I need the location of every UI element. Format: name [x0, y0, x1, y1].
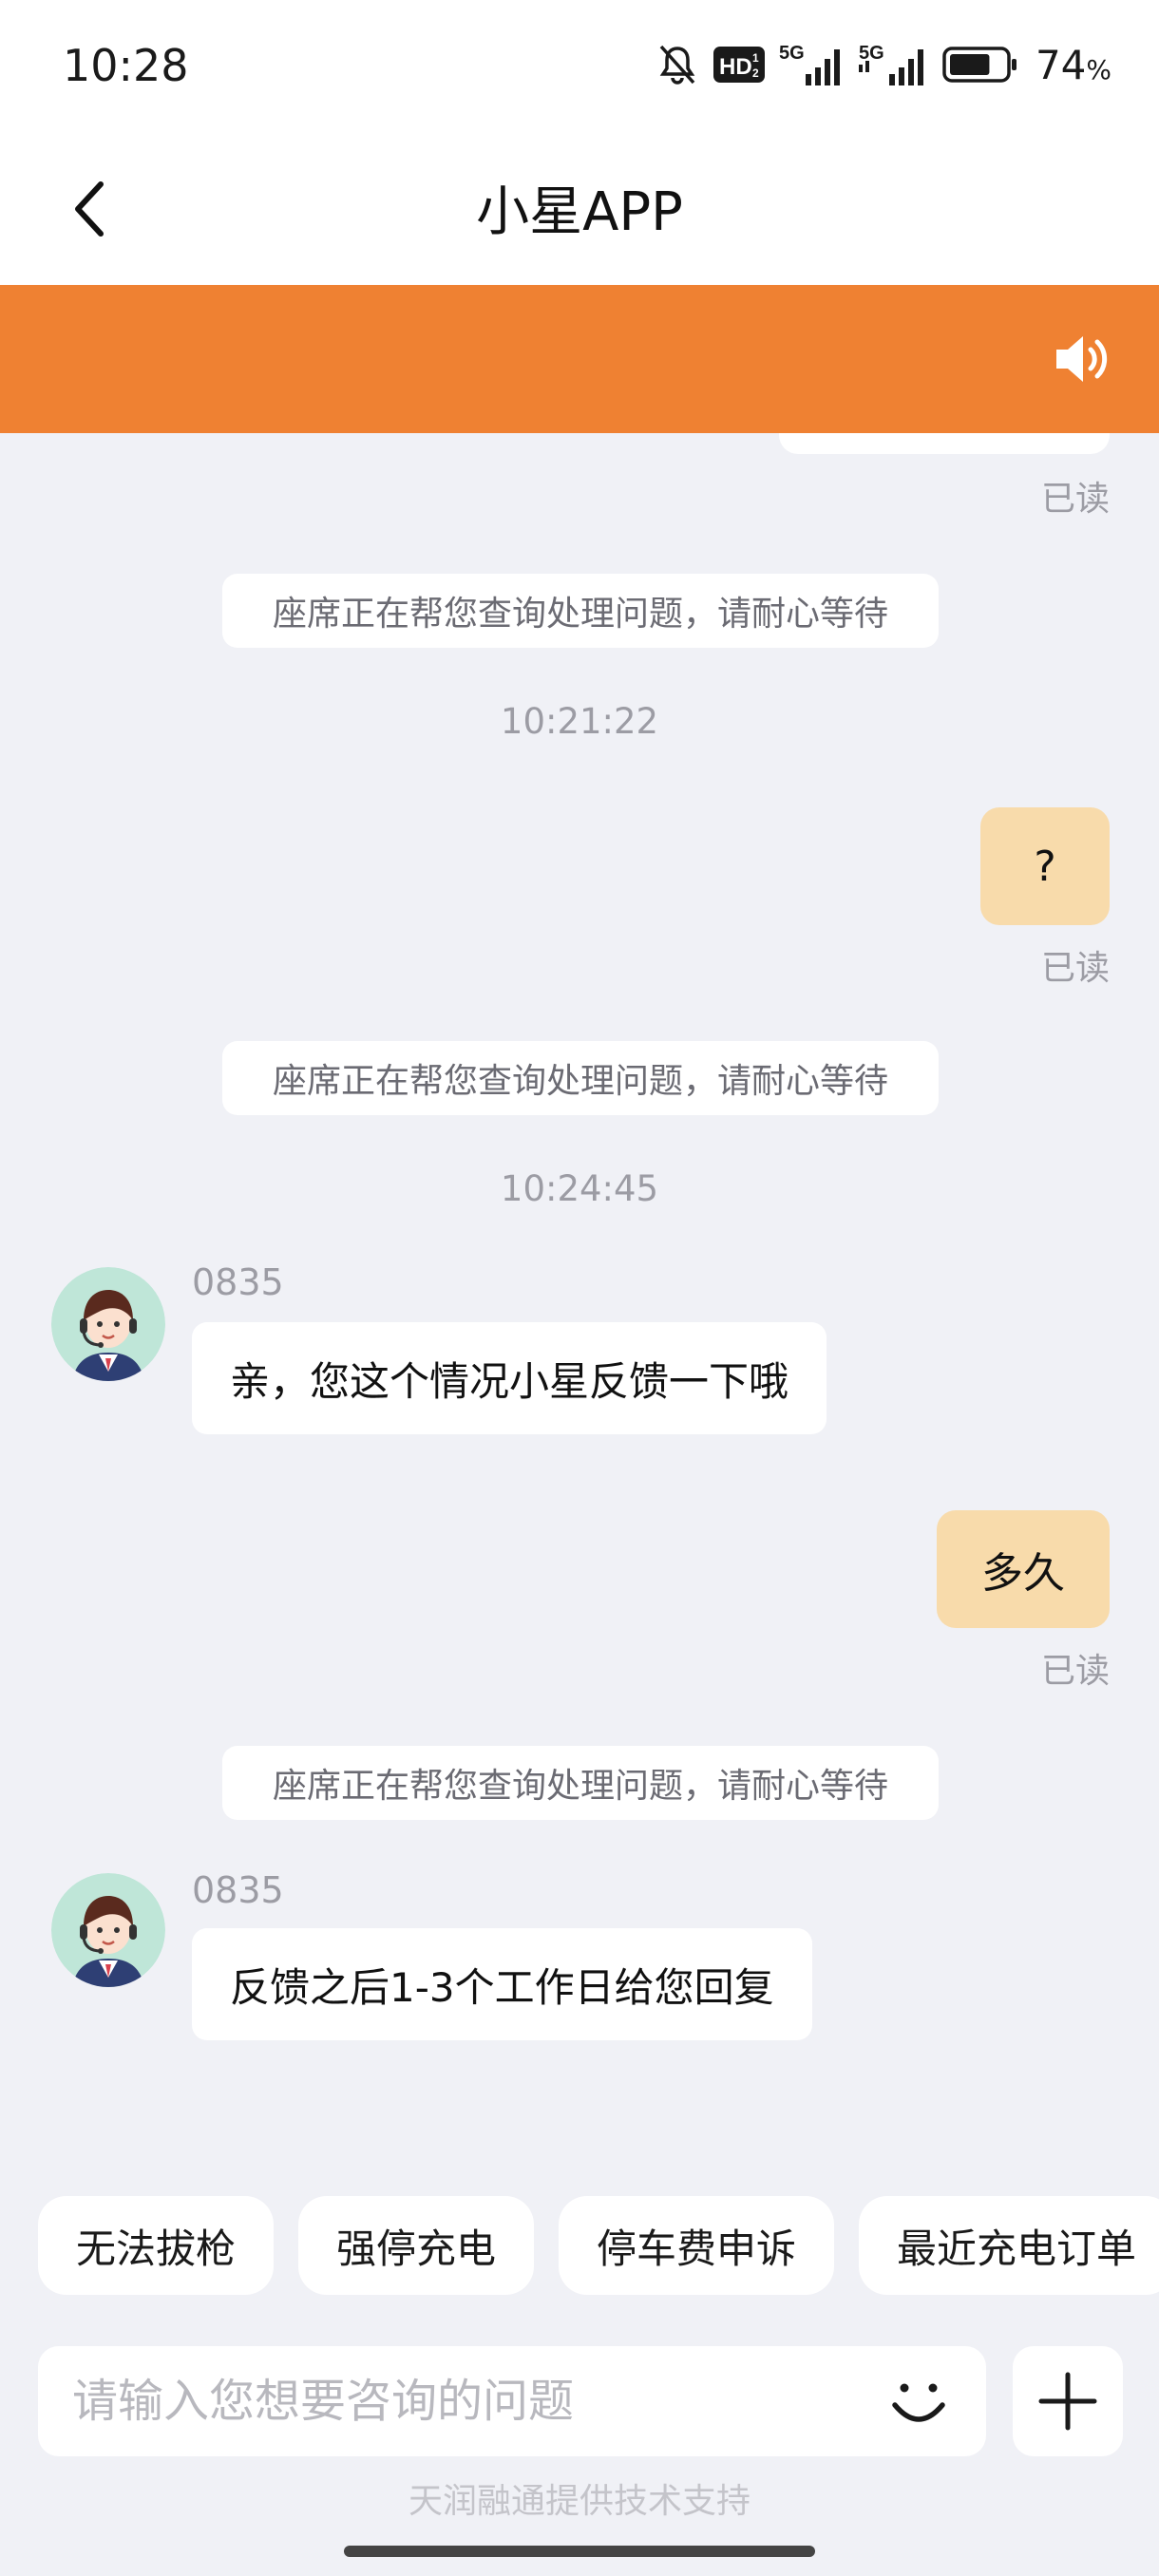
signal-5g-icon-1: 5G [779, 43, 840, 85]
smiley-icon [892, 2383, 945, 2422]
battery-percent: 74% [1035, 41, 1112, 88]
hd-badge-text: HD [719, 54, 752, 80]
message-input-box[interactable] [38, 2346, 986, 2456]
plus-icon [1038, 2372, 1097, 2431]
svg-text:5G: 5G [779, 43, 805, 64]
quick-reply-chip[interactable]: 最近充电订单 [859, 2196, 1159, 2295]
system-notice: 座席正在帮您查询处理问题，请耐心等待 [222, 1041, 939, 1115]
system-notice: 座席正在帮您查询处理问题，请耐心等待 [222, 574, 939, 648]
agent-id: 0835 [192, 1869, 284, 1911]
chat-page: 10:28 HD 1 2 5G 5G 74% 小星APP 已读 座席正在帮您查询… [0, 0, 1159, 2576]
message-timestamp: 10:21:22 [500, 701, 659, 742]
signal-5g-icon-2: 5G [858, 43, 923, 85]
status-bar: 10:28 HD 1 2 5G 5G 74% [0, 0, 1159, 133]
speaker-icon [1056, 336, 1108, 382]
agent-avatar[interactable] [51, 1267, 165, 1381]
read-receipt: 已读 [1040, 949, 1110, 988]
status-time: 10:28 [63, 40, 189, 91]
quick-reply-bar[interactable]: 无法拔枪 强停充电 停车费申诉 最近充电订单 [38, 2196, 1159, 2295]
svg-text:5G: 5G [859, 43, 884, 64]
message-timestamp: 10:24:45 [500, 1168, 659, 1209]
emoji-button[interactable] [884, 2367, 954, 2437]
svg-text:1: 1 [752, 51, 759, 65]
status-icons: HD 1 2 5G 5G 74% [656, 41, 1112, 88]
more-options-button[interactable] [1013, 2346, 1123, 2456]
my-message-bubble[interactable]: 多久 [937, 1510, 1110, 1628]
powered-by-text: 天润融通提供技术支持 [408, 2482, 750, 2521]
agent-message-bubble[interactable]: 亲，您这个情况小星反馈一下哦 [192, 1322, 827, 1434]
speaker-button[interactable] [1053, 331, 1113, 388]
read-receipt: 已读 [1040, 480, 1110, 519]
message-input[interactable] [72, 2363, 851, 2439]
read-receipt: 已读 [1040, 1652, 1110, 1691]
svg-text:2: 2 [752, 66, 759, 80]
quick-reply-chip[interactable]: 强停充电 [298, 2196, 535, 2295]
customer-service-agent-icon [51, 1873, 165, 1987]
home-indicator[interactable] [344, 2546, 815, 2557]
battery-icon [942, 47, 1016, 83]
page-title: 小星APP [476, 181, 683, 243]
agent-avatar[interactable] [51, 1873, 165, 1987]
announcement-banner [0, 285, 1159, 433]
system-notice: 座席正在帮您查询处理问题，请耐心等待 [222, 1746, 939, 1820]
bell-muted-icon [659, 45, 695, 85]
quick-reply-chip[interactable]: 无法拔枪 [38, 2196, 275, 2295]
chat-messages[interactable]: 已读 座席正在帮您查询处理问题，请耐心等待 10:21:22 ? 已读 座席正在… [0, 433, 1159, 2152]
quick-reply-chip[interactable]: 停车费申诉 [559, 2196, 835, 2295]
hd-voice-icon: HD 1 2 [712, 47, 765, 83]
my-message-bubble[interactable]: ? [980, 807, 1110, 925]
previous-message-card [779, 433, 1110, 454]
app-header: 小星APP [0, 133, 1159, 285]
customer-service-agent-icon [51, 1267, 165, 1381]
agent-id: 0835 [192, 1261, 284, 1303]
agent-message-bubble[interactable]: 反馈之后1-3个工作日给您回复 [192, 1928, 812, 2040]
